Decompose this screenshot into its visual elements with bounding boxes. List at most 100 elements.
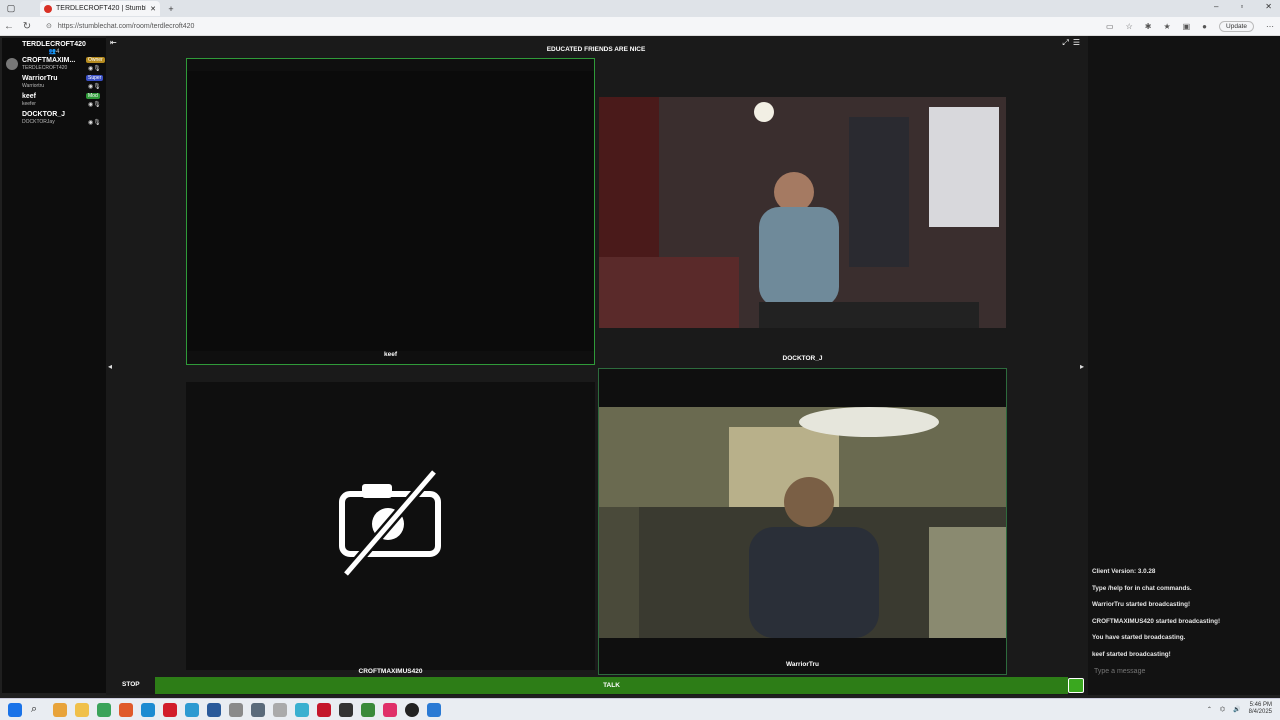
webcam-image: [599, 97, 1006, 328]
camera-mic-icon: ◉🎙: [88, 120, 101, 126]
user-item[interactable]: WarriorTru Warriortru Super ◉🎙: [2, 74, 106, 91]
recording-icon: [44, 4, 52, 13]
url-text[interactable]: https://stumblechat.com/room/terdlecroft…: [58, 23, 195, 30]
time: 5:46 PM: [1249, 702, 1272, 708]
viewer-count: 👥4: [48, 49, 60, 55]
chat-message: You have started broadcasting.: [1092, 634, 1186, 641]
chrome-app-icon[interactable]: [97, 703, 111, 717]
video-tile-warriortru[interactable]: WarriorTru: [598, 368, 1007, 675]
minimize-icon[interactable]: –: [1214, 2, 1218, 11]
avatar: [6, 58, 18, 70]
video-tile-docktor[interactable]: DOCKTOR_J: [598, 58, 1007, 365]
users-icon: 👥: [48, 49, 57, 55]
scroll-left-icon[interactable]: ◂: [108, 362, 112, 371]
obs-icon[interactable]: [339, 703, 353, 717]
video-feed: [599, 407, 1006, 638]
tiktok-icon[interactable]: [383, 703, 397, 717]
collections-icon[interactable]: ▣: [1183, 22, 1191, 31]
tools-icon[interactable]: [273, 703, 287, 717]
video-tile-croftmaximus[interactable]: CROFTMAXIMUS420: [186, 382, 595, 675]
notes-icon[interactable]: [229, 703, 243, 717]
scroll-right-icon[interactable]: ▸: [1080, 362, 1084, 371]
video-feed: [187, 71, 594, 351]
notepad-icon[interactable]: [185, 703, 199, 717]
role-badge: Mod: [86, 93, 100, 99]
tile-label: keef: [383, 351, 397, 358]
refresh-icon[interactable]: ↻: [18, 21, 36, 32]
push-to-talk-toggle[interactable]: [1068, 678, 1084, 693]
video-feed: [187, 383, 594, 659]
user-item[interactable]: CROFTMAXIM... TERDLECROFT420 Owner ◉🎙: [2, 56, 106, 73]
camera-mic-icon: ◉🎙: [88, 66, 101, 72]
chat-message: CROFTMAXIMUS420 started broadcasting!: [1092, 617, 1221, 625]
system-tray: ⌃ ⌬ 🔊 5:46 PM 8/4/2025: [1207, 702, 1272, 716]
browser-tab[interactable]: TERDLECROFT420 | Stumble ✕: [40, 1, 160, 16]
back-icon[interactable]: ←: [0, 21, 18, 32]
date: 8/4/2025: [1248, 709, 1272, 715]
favorite-icon[interactable]: ☆: [1126, 22, 1133, 31]
video-feed: [599, 97, 1006, 328]
profile-icon[interactable]: ●: [1202, 22, 1207, 31]
tile-label: WarriorTru: [786, 661, 819, 668]
media-player-icon[interactable]: [405, 703, 419, 717]
browser-tab-strip: ▢ TERDLECROFT420 | Stumble ✕ + – ▫ ✕: [0, 0, 1280, 17]
talk-button[interactable]: TALK: [155, 677, 1068, 694]
chat-message: Type /help for in chat commands.: [1092, 584, 1192, 592]
settings-icon[interactable]: [251, 703, 265, 717]
collapse-sidebar-icon[interactable]: ⇤: [110, 38, 117, 47]
update-button[interactable]: Update: [1219, 20, 1254, 32]
chat-log: Client Version: 3.0.28 Type /help for in…: [1088, 568, 1280, 667]
more-icon[interactable]: ⋯: [1266, 22, 1274, 31]
stop-button[interactable]: STOP: [122, 681, 140, 688]
chevron-up-icon[interactable]: ⌃: [1207, 706, 1212, 713]
window-menu-icon[interactable]: ▢: [4, 2, 18, 16]
app-icon[interactable]: [427, 703, 441, 717]
user-item[interactable]: DOCKTOR_J DOCKTORJay ◉🎙: [2, 110, 106, 127]
close-window-icon[interactable]: ✕: [1265, 2, 1272, 11]
maximize-icon[interactable]: ▫: [1240, 2, 1243, 11]
user-name: DOCKTOR_J: [22, 111, 66, 118]
user-list-sidebar: TERDLECROFT420 👥4 CROFTMAXIM... TERDLECR…: [2, 38, 106, 693]
site-info-icon[interactable]: ⊙: [46, 22, 52, 30]
chat-panel: Client Version: 3.0.28 Type /help for in…: [1088, 36, 1280, 695]
volume-icon[interactable]: 🔊: [1233, 706, 1240, 713]
webcam-image: [599, 407, 1006, 638]
camera-mic-icon: ◉🎙: [88, 102, 101, 108]
chrome-icon[interactable]: [53, 703, 67, 717]
tile-label: DOCKTOR_J: [782, 355, 823, 362]
room-topic: EDUCATED FRIENDS ARE NICE: [546, 46, 646, 53]
opera-icon[interactable]: [163, 703, 177, 717]
file-explorer-icon[interactable]: [75, 703, 89, 717]
address-bar-row: ← ↻ ⊙ https://stumblechat.com/room/terdl…: [0, 17, 1280, 36]
camera-mic-icon: ◉🎙: [88, 84, 101, 90]
camera-off-icon: [338, 468, 441, 576]
image-viewer-icon[interactable]: [295, 703, 309, 717]
firefox-icon[interactable]: [119, 703, 133, 717]
clock[interactable]: 5:46 PM 8/4/2025: [1249, 702, 1272, 716]
start-icon[interactable]: [8, 703, 22, 717]
windows-taskbar: ⌕ ⌃ ⌬ 🔊 5:46 PM 8/4/2025: [0, 698, 1280, 720]
video-stage: ⇤ EDUCATED FRIENDS ARE NICE ⤢ ☰ keef DOC…: [106, 36, 1088, 695]
video-tile-keef[interactable]: keef: [186, 58, 595, 365]
extensions-icon[interactable]: ✱: [1145, 22, 1152, 31]
search-icon[interactable]: ⌕: [31, 703, 45, 717]
app-icon[interactable]: [207, 703, 221, 717]
layout-icon[interactable]: ⤢: [1062, 38, 1068, 48]
game-icon[interactable]: [361, 703, 375, 717]
tab-title: TERDLECROFT420 | Stumble: [56, 5, 147, 12]
room-title: TERDLECROFT420: [22, 41, 86, 48]
menu-icon[interactable]: ☰: [1073, 38, 1080, 48]
reader-icon[interactable]: ▭: [1106, 22, 1114, 31]
close-tab-icon[interactable]: ✕: [150, 5, 156, 13]
new-tab-icon[interactable]: +: [164, 2, 178, 16]
favorites-icon[interactable]: ★: [1163, 22, 1170, 31]
address-bar[interactable]: ⊙ https://stumblechat.com/room/terdlecro…: [46, 19, 1106, 33]
user-item[interactable]: keef keefer Mod ◉🎙: [2, 92, 106, 109]
tile-label: CROFTMAXIMUS420: [358, 668, 423, 675]
flash-icon[interactable]: [317, 703, 331, 717]
broadcast-controls: STOP TALK: [106, 676, 1088, 695]
role-badge: Super: [86, 75, 104, 81]
edge-icon[interactable]: [141, 703, 155, 717]
network-icon[interactable]: ⌬: [1220, 706, 1225, 713]
chat-input[interactable]: [1088, 664, 1280, 678]
